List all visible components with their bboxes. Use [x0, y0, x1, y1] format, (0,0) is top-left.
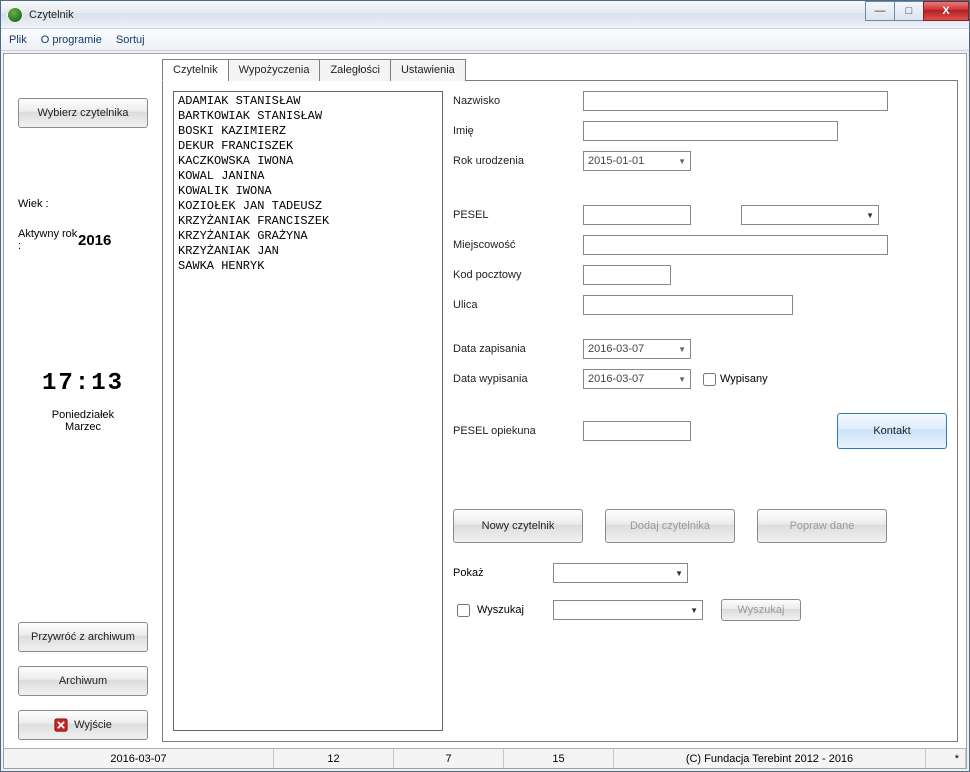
name-label: Imię — [453, 125, 583, 137]
street-label: Ulica — [453, 299, 583, 311]
pesel-label: PESEL — [453, 209, 583, 221]
list-item[interactable]: KRZYŻANIAK GRAŻYNA — [178, 229, 438, 244]
checkout-date-label: Data wypisania — [453, 373, 583, 385]
enroll-date-picker[interactable]: 2016-03-07 ▼ — [583, 339, 691, 359]
active-year-label: Aktywny rok : — [18, 228, 78, 252]
list-item[interactable]: KOWAL JANINA — [178, 169, 438, 184]
guardian-pesel-label: PESEL opiekuna — [453, 425, 583, 437]
list-item[interactable]: KOZIOŁEK JAN TADEUSZ — [178, 199, 438, 214]
clock: 17:13 Poniedziałek Marzec — [42, 370, 124, 433]
checked-out-checkbox[interactable] — [703, 373, 716, 386]
street-input[interactable] — [583, 295, 793, 315]
list-item[interactable]: SAWKA HENRYK — [178, 259, 438, 274]
exit-button-label: Wyjście — [74, 719, 112, 731]
active-year-value: 2016 — [78, 232, 111, 249]
clock-month: Marzec — [42, 421, 124, 433]
pesel-input[interactable] — [583, 205, 691, 225]
reader-list[interactable]: ADAMIAK STANISŁAW BARTKOWIAK STANISŁAW B… — [173, 91, 443, 731]
search-button[interactable]: Wyszukaj — [721, 599, 801, 621]
list-item[interactable]: BOSKI KAZIMIERZ — [178, 124, 438, 139]
show-combo[interactable]: ▼ — [553, 563, 688, 583]
postcode-label: Kod pocztowy — [453, 269, 583, 281]
status-bar: 2016-03-07 12 7 15 (C) Fundacja Terebint… — [4, 748, 966, 768]
select-reader-button[interactable]: Wybierz czytelnika — [18, 98, 148, 128]
menu-plik[interactable]: Plik — [9, 34, 27, 46]
clock-time: 17:13 — [42, 370, 124, 397]
list-item[interactable]: KACZKOWSKA IWONA — [178, 154, 438, 169]
sidebar: Wybierz czytelnika Wiek : Aktywny rok : … — [8, 58, 158, 748]
minimize-button[interactable]: — — [865, 1, 895, 21]
enroll-date-label: Data zapisania — [453, 343, 583, 355]
tab-strip: Czytelnik Wypożyczenia Zaległości Ustawi… — [162, 58, 958, 81]
window-title: Czytelnik — [29, 9, 74, 21]
exit-button[interactable]: Wyjście — [18, 710, 148, 740]
birthyear-picker[interactable]: 2015-01-01 ▼ — [583, 151, 691, 171]
search-checkbox[interactable] — [457, 604, 470, 617]
clock-day: Poniedziałek — [42, 409, 124, 421]
reader-form: Nazwisko Imię Rok urodzenia 2015-01-01 ▼ — [453, 91, 947, 731]
chevron-down-icon: ▼ — [690, 606, 698, 615]
list-item[interactable]: KRZYŻANIAK JAN — [178, 244, 438, 259]
city-label: Miejscowość — [453, 239, 583, 251]
city-input[interactable] — [583, 235, 888, 255]
new-reader-button[interactable]: Nowy czytelnik — [453, 509, 583, 543]
checkout-date-picker[interactable]: 2016-03-07 ▼ — [583, 369, 691, 389]
window-controls: — □ X — [866, 1, 969, 28]
exit-icon — [54, 718, 68, 732]
surname-label: Nazwisko — [453, 95, 583, 107]
menu-oprogramie[interactable]: O programie — [41, 34, 102, 46]
chevron-down-icon: ▼ — [678, 375, 686, 384]
client-area: Wybierz czytelnika Wiek : Aktywny rok : … — [3, 53, 967, 769]
list-item[interactable]: DEKUR FRANCISZEK — [178, 139, 438, 154]
list-item[interactable]: ADAMIAK STANISŁAW — [178, 94, 438, 109]
tab-zaleglosci[interactable]: Zaległości — [319, 59, 391, 81]
status-date: 2016-03-07 — [4, 749, 274, 768]
search-combo[interactable]: ▼ — [553, 600, 703, 620]
search-label: Wyszukaj — [477, 604, 524, 616]
close-button[interactable]: X — [923, 1, 969, 21]
tab-ustawienia[interactable]: Ustawienia — [390, 59, 466, 81]
chevron-down-icon: ▼ — [678, 345, 686, 354]
menu-bar: Plik O programie Sortuj — [1, 29, 969, 51]
app-icon — [7, 7, 23, 23]
tab-czytelnik[interactable]: Czytelnik — [162, 59, 229, 81]
name-input[interactable] — [583, 121, 838, 141]
status-count-3: 15 — [504, 749, 614, 768]
age-label: Wiek : — [18, 198, 78, 210]
archive-button[interactable]: Archiwum — [18, 666, 148, 696]
window: Czytelnik — □ X Plik O programie Sortuj … — [0, 0, 970, 772]
pesel-combo[interactable]: ▼ — [741, 205, 879, 225]
chevron-down-icon: ▼ — [675, 569, 683, 578]
chevron-down-icon: ▼ — [678, 157, 686, 166]
guardian-pesel-input[interactable] — [583, 421, 691, 441]
status-mark: * — [926, 749, 966, 768]
list-item[interactable]: BARTKOWIAK STANISŁAW — [178, 109, 438, 124]
postcode-input[interactable] — [583, 265, 671, 285]
tab-wypozyczenia[interactable]: Wypożyczenia — [228, 59, 321, 81]
restore-archive-button[interactable]: Przywróć z archiwum — [18, 622, 148, 652]
contact-button[interactable]: Kontakt — [837, 413, 947, 449]
title-bar: Czytelnik — □ X — [1, 1, 969, 29]
birthyear-label: Rok urodzenia — [453, 155, 583, 167]
status-count-1: 12 — [274, 749, 394, 768]
add-reader-button[interactable]: Dodaj czytelnika — [605, 509, 735, 543]
list-item[interactable]: KRZYŻANIAK FRANCISZEK — [178, 214, 438, 229]
status-count-2: 7 — [394, 749, 504, 768]
maximize-button[interactable]: □ — [894, 1, 924, 21]
list-item[interactable]: KOWALIK IWONA — [178, 184, 438, 199]
status-copyright: (C) Fundacja Terebint 2012 - 2016 — [614, 749, 926, 768]
surname-input[interactable] — [583, 91, 888, 111]
menu-sortuj[interactable]: Sortuj — [116, 34, 145, 46]
center-panel: Czytelnik Wypożyczenia Zaległości Ustawi… — [158, 58, 962, 748]
checked-out-label: Wypisany — [720, 373, 768, 385]
edit-data-button[interactable]: Popraw dane — [757, 509, 887, 543]
show-label: Pokaż — [453, 567, 553, 579]
chevron-down-icon: ▼ — [866, 211, 874, 220]
